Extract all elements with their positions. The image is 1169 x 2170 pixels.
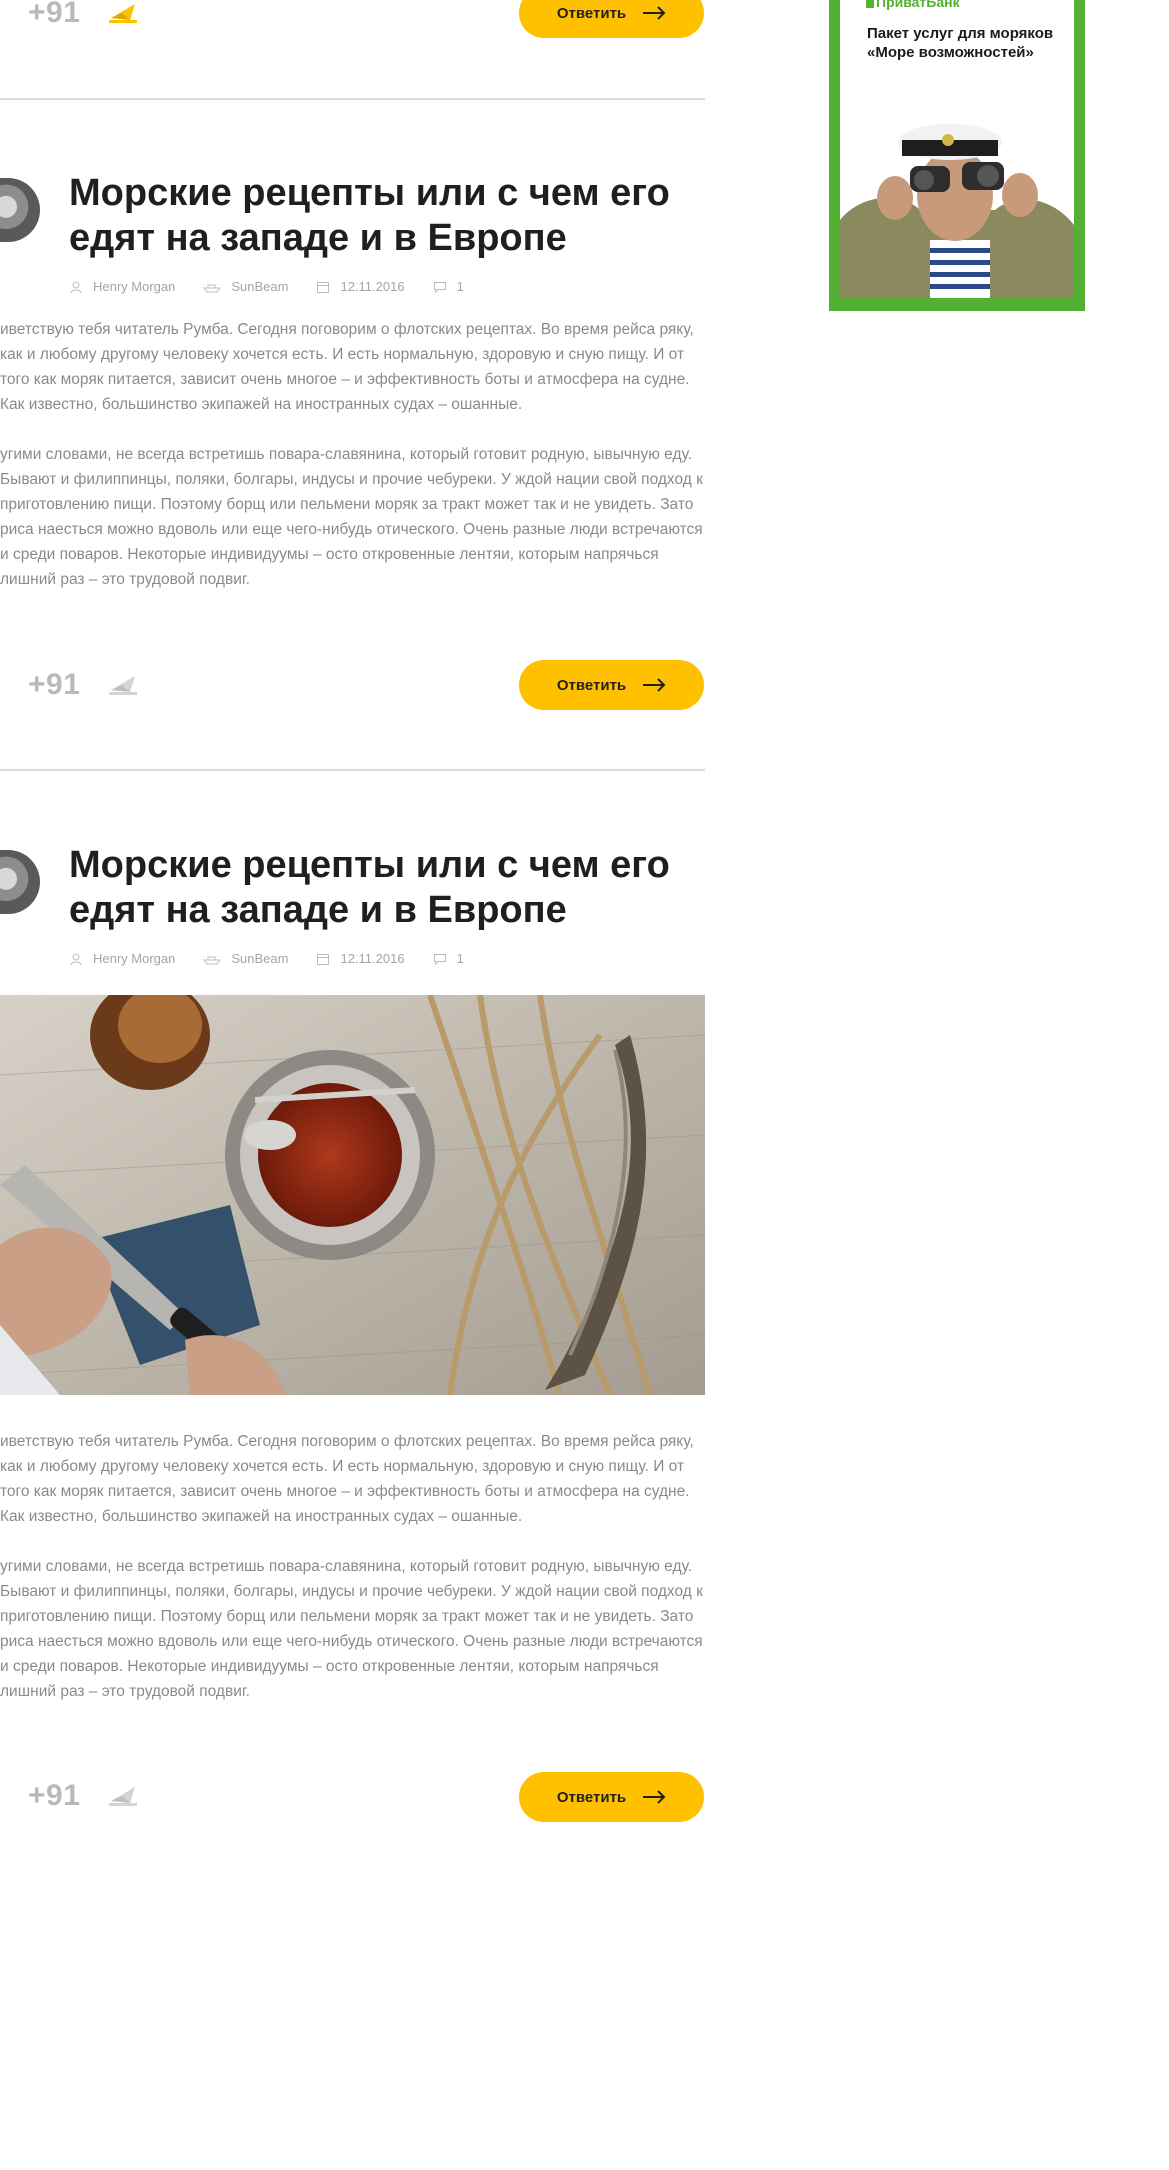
vote-icon[interactable] [108,1783,138,1807]
author-avatar[interactable] [0,178,40,242]
reply-label: Ответить [556,1788,627,1806]
meta-date: 12.11.2016 [316,279,405,294]
ad-bank-name: ПриватБанк [876,0,960,10]
vote-icon[interactable] [108,0,138,24]
bank-logo-icon [866,0,874,8]
ad-text: Пакет услуг для моряков «Море возможност… [867,25,1054,61]
post-score: +91 [28,668,81,701]
post-title[interactable]: Морские рецепты или с чем его едят на за… [69,171,719,261]
post-paragraph: иветствую тебя читатель Румба. Сегодня п… [0,1433,694,1525]
reply-button[interactable]: Ответить [519,660,704,710]
post-score: +91 [28,0,81,29]
ad-banner[interactable]: ПриватБанк Пакет услуг для моряков «Море… [829,0,1085,311]
user-icon [70,953,82,965]
meta-ship[interactable]: SunBeam [203,279,288,294]
meta-comments[interactable]: 1 [433,279,464,294]
meta-author[interactable]: Henry Morgan [69,951,175,966]
ship-icon [203,284,222,292]
meta-date: 12.11.2016 [316,951,405,966]
comment-icon [433,953,446,965]
post-paragraph: иветствую тебя читатель Румба. Сегодня п… [0,321,694,413]
meta-comments[interactable]: 1 [433,951,464,966]
post-title[interactable]: Морские рецепты или с чем его едят на за… [69,843,719,933]
post-divider [0,98,705,100]
arrow-right-icon [643,678,666,692]
author-avatar[interactable] [0,850,40,914]
meta-author-name: Henry Morgan [93,279,176,294]
post-score: +91 [28,1779,81,1812]
meta-ship-name: SunBeam [231,279,289,294]
post-body: иветствую тебя читатель Румба. Сегодня п… [0,317,705,592]
reply-label: Ответить [556,676,627,694]
sailor-image [840,100,1074,298]
post-photo [0,995,705,1395]
ship-icon [203,956,222,964]
post-body: иветствую тебя читатель Румба. Сегодня п… [0,1429,705,1704]
meta-date-value: 12.11.2016 [340,279,405,294]
calendar-icon [317,281,330,293]
post-paragraph: угими словами, не всегда встретишь повар… [0,1558,703,1700]
meta-comments-count: 1 [456,951,464,966]
post-divider [0,769,705,771]
meta-ship-name: SunBeam [231,951,289,966]
comment-icon [433,281,446,293]
reply-button[interactable]: Ответить [519,0,704,38]
meta-author-name: Henry Morgan [93,951,176,966]
reply-button[interactable]: Ответить [519,1772,704,1822]
user-icon [70,281,82,293]
reply-label: Ответить [556,4,627,22]
arrow-right-icon [643,6,666,20]
meta-author[interactable]: Henry Morgan [69,279,175,294]
ad-content: ПриватБанк Пакет услуг для моряков «Море… [840,0,1074,298]
arrow-right-icon [643,1790,666,1804]
post-meta: Henry Morgan SunBeam 12.11.2016 1 [69,951,492,966]
meta-comments-count: 1 [456,279,464,294]
meta-ship[interactable]: SunBeam [203,951,288,966]
ad-bank-logo: ПриватБанк [866,0,960,10]
calendar-icon [317,953,330,965]
meta-date-value: 12.11.2016 [340,951,405,966]
post-meta: Henry Morgan SunBeam 12.11.2016 1 [69,279,492,294]
vote-icon[interactable] [108,672,138,696]
post-paragraph: угими словами, не всегда встретишь повар… [0,446,703,588]
